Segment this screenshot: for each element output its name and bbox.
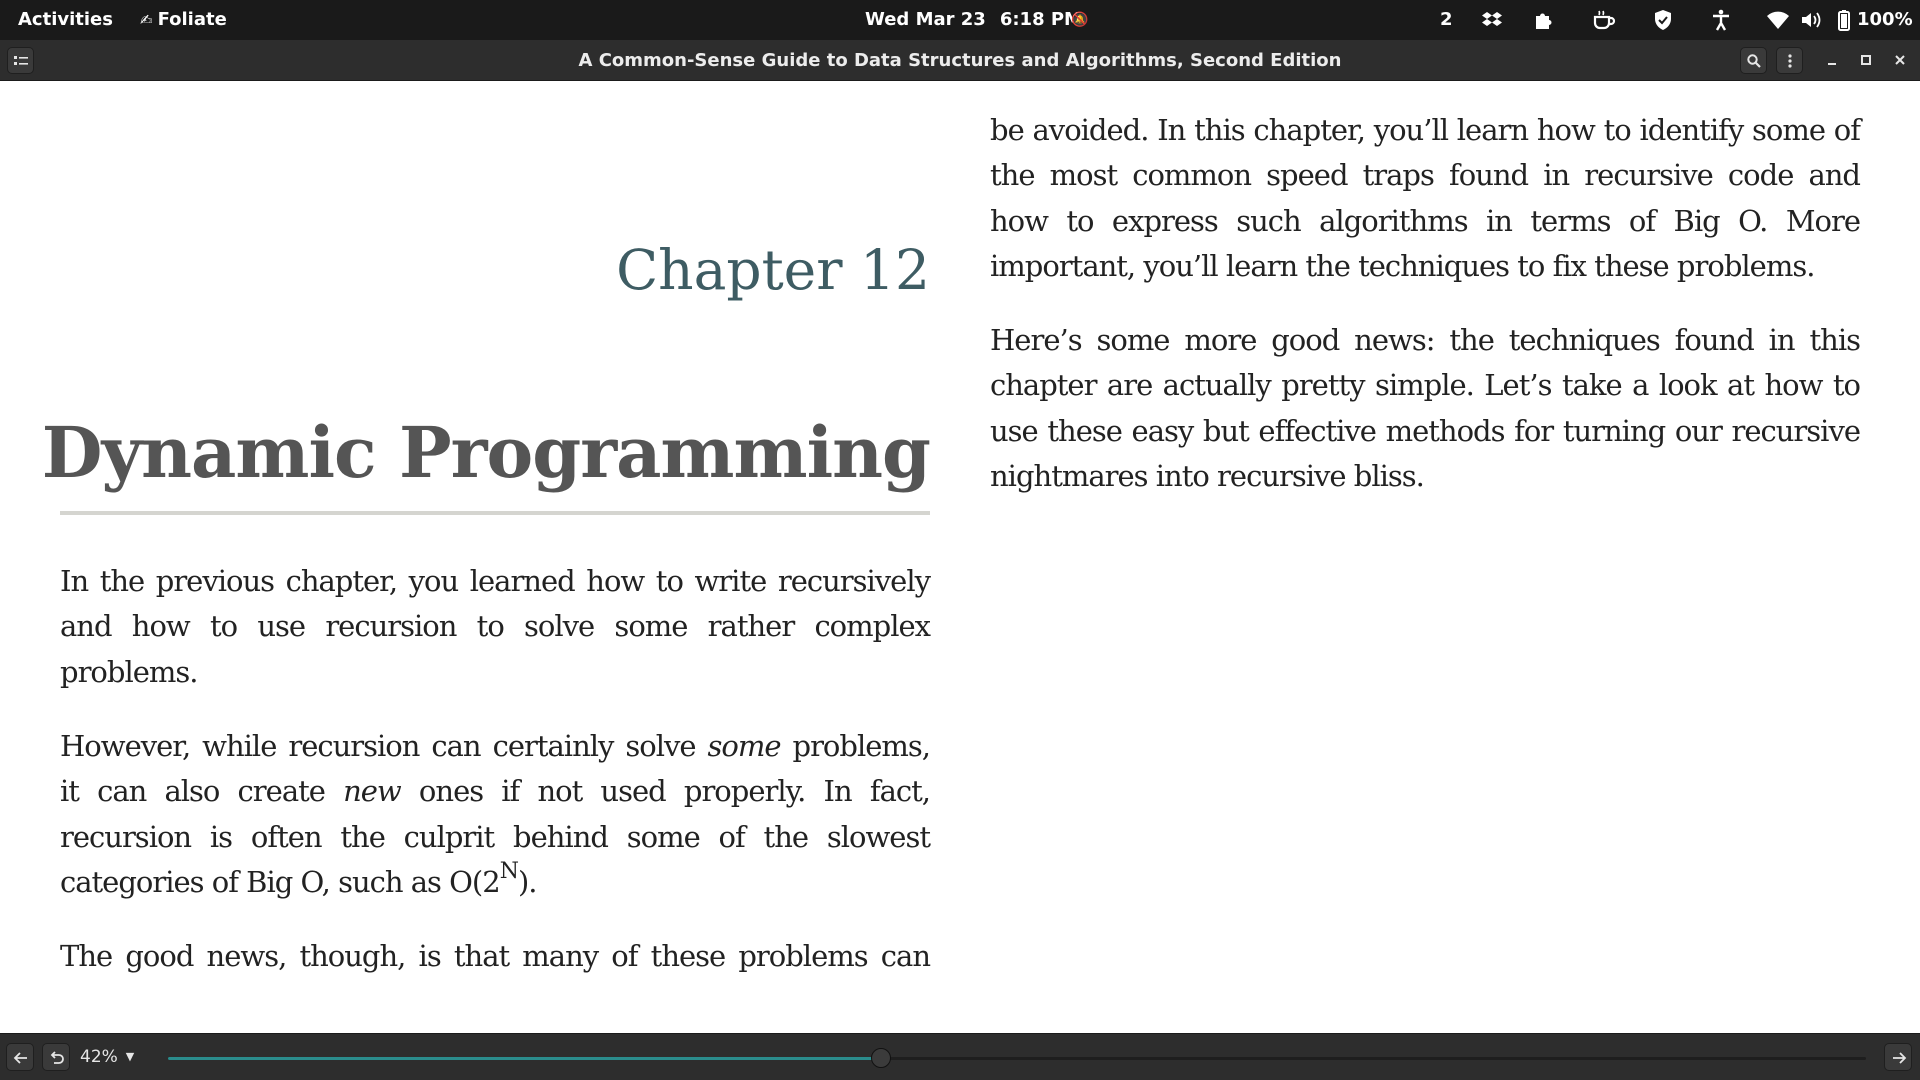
book-viewer[interactable]: Chapter 12 Dynamic Programming In the pr… — [0, 81, 1920, 1033]
minimize-icon[interactable] — [1822, 50, 1842, 70]
search-icon — [1747, 54, 1761, 68]
chapter-number: Chapter 12 — [616, 238, 930, 302]
window-header-bar: A Common-Sense Guide to Data Structures … — [0, 40, 1920, 81]
battery-percentage[interactable]: 100% — [1857, 0, 1913, 40]
app-menu-label: Foliate — [157, 9, 227, 30]
paragraph-text: ). — [517, 864, 538, 899]
back-arrow-icon — [13, 1052, 27, 1064]
wifi-icon[interactable] — [1766, 8, 1790, 32]
activities-button[interactable]: Activities — [18, 0, 113, 40]
chapter-title: Dynamic Programming — [41, 411, 931, 494]
paragraph: In the previous chapter, you learned how… — [60, 564, 931, 689]
paragraph-text: However, while recursion can certainly s… — [60, 729, 708, 763]
zoom-level: 42% — [80, 1047, 118, 1067]
search-button[interactable] — [1740, 47, 1767, 74]
undo-button[interactable] — [42, 1043, 70, 1071]
accessibility-icon[interactable] — [1709, 8, 1733, 32]
back-button[interactable] — [6, 1043, 34, 1071]
undo-icon — [50, 1051, 64, 1064]
paragraph: be avoided. In this chapter, you’ll lear… — [990, 113, 1861, 283]
chevron-down-icon: ▼ — [125, 1050, 135, 1063]
top-bar: Activities ✍ Foliate Wed Mar 23 6:18 PM 🔕 … — [0, 0, 1920, 40]
bell-off-icon: 🔕 — [1071, 12, 1089, 28]
volume-icon[interactable] — [1799, 8, 1823, 32]
menu-dots-icon — [1788, 54, 1792, 68]
workspace-indicator[interactable]: 2 — [1440, 0, 1453, 40]
emphasis-text: some — [707, 729, 782, 763]
forward-arrow-icon — [1893, 1052, 1907, 1064]
reading-progress-slider[interactable] — [168, 1048, 1866, 1068]
navigation-bar: 42% ▼ — [0, 1033, 1920, 1080]
extension-icon[interactable] — [1532, 8, 1556, 32]
clock-time: 6:18 PM — [999, 9, 1082, 30]
paragraph: The good news, though, is that many of t… — [60, 939, 931, 973]
battery-icon[interactable] — [1832, 8, 1856, 32]
book-icon: ✍ — [140, 11, 153, 29]
window-title: A Common-Sense Guide to Data Structures … — [578, 50, 1342, 71]
close-icon[interactable] — [1890, 50, 1910, 70]
clock-date: Wed Mar 23 — [865, 9, 986, 30]
clock[interactable]: Wed Mar 23 6:18 PM — [865, 0, 1082, 40]
coffee-icon[interactable] — [1592, 8, 1616, 32]
dropbox-icon[interactable] — [1480, 8, 1504, 32]
superscript: N — [499, 859, 519, 885]
shield-icon[interactable] — [1651, 8, 1675, 32]
reading-progress-handle[interactable] — [871, 1048, 892, 1068]
forward-button[interactable] — [1884, 1043, 1912, 1071]
maximize-icon[interactable] — [1856, 50, 1876, 70]
emphasis-text: new — [343, 774, 402, 809]
reading-progress-fill — [168, 1057, 882, 1060]
zoom-selector[interactable]: 42% ▼ — [80, 1043, 134, 1071]
paragraph: However, while recursion can certainly s… — [60, 724, 931, 905]
sidebar-toggle-button[interactable] — [7, 47, 34, 74]
paragraph: Here’s some more good news: the techniqu… — [990, 323, 1861, 493]
menu-button[interactable] — [1776, 47, 1803, 74]
chapter-divider — [60, 511, 930, 515]
sidebar-toggle-icon — [14, 56, 28, 65]
app-menu[interactable]: ✍ Foliate — [140, 0, 227, 40]
